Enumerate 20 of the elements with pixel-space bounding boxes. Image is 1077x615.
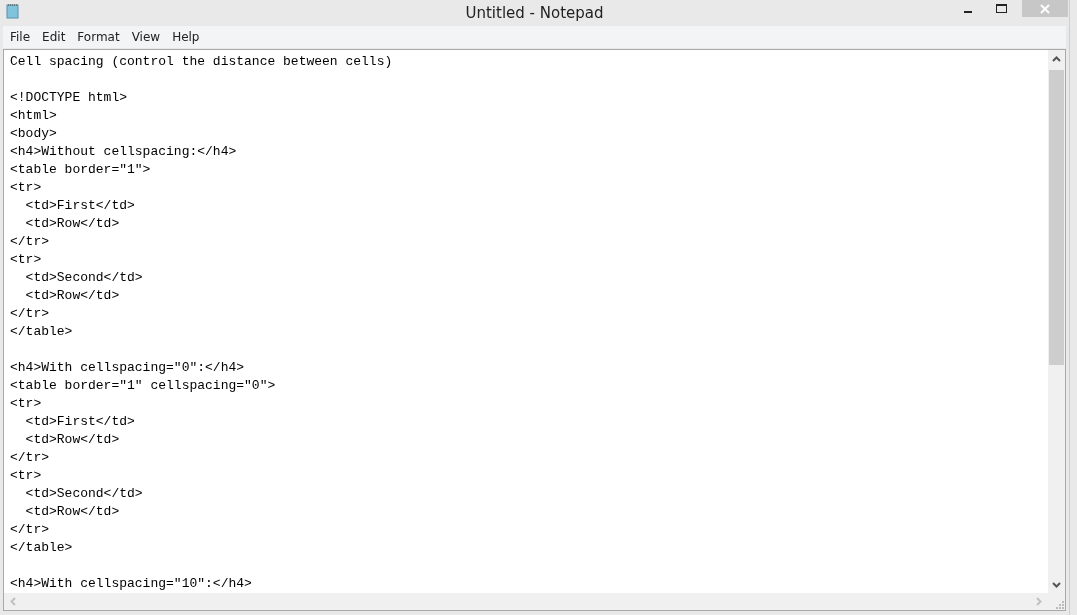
menu-item[interactable]: Edit — [42, 30, 73, 44]
menu-item[interactable]: Help — [172, 30, 207, 44]
scrollbar-thumb[interactable] — [1049, 70, 1064, 366]
close-icon — [1040, 3, 1050, 14]
horizontal-scrollbar[interactable] — [4, 593, 1048, 610]
vertical-scrollbar[interactable] — [1048, 50, 1065, 593]
maximize-icon — [996, 3, 1008, 14]
menu-item[interactable]: View — [131, 30, 168, 44]
menu-item[interactable]: Format — [77, 30, 127, 44]
notepad-icon — [5, 3, 21, 19]
text-editor[interactable]: Cell spacing (control the distance between cells) <!DOCTYPE html> <html> <body> <h4>Without cellspacing:</h4> <table border="1"> <tr> <td>First</td> <td>Row</td> </tr> <tr> <td>Second</td> <td>Row</td> </tr> </table> <h4>With cellspacing="0":</h4> <table border="1" cellspacing="0"> <tr> <td>First</td> <td>Row</td> </tr> <tr> <td>Second</td> <td>Row</td> </tr> </table> <h4>With cellspacing="10":</h4> — [4, 50, 1048, 593]
scroll-up-icon[interactable] — [1052, 55, 1061, 62]
scroll-left-icon[interactable] — [10, 597, 16, 606]
window-title: Untitled - Notepad — [465, 4, 604, 22]
menu-item[interactable]: File — [10, 30, 38, 44]
close-button[interactable] — [1022, 0, 1068, 17]
scroll-down-icon[interactable] — [1052, 581, 1061, 588]
scroll-right-icon[interactable] — [1036, 597, 1042, 606]
minimize-icon — [964, 10, 972, 13]
resize-grip-icon[interactable] — [1055, 600, 1065, 610]
